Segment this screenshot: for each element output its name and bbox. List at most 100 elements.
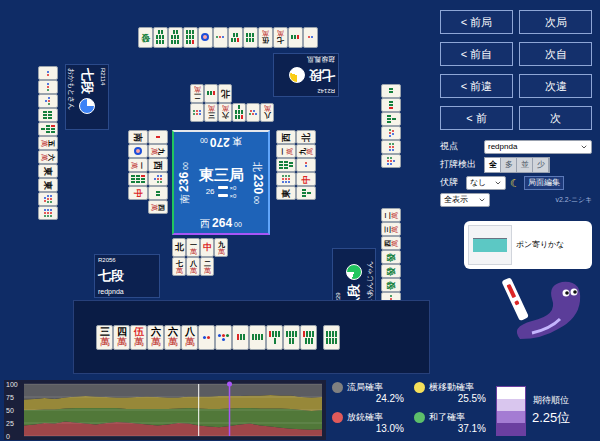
tile: 九萬 [214, 238, 228, 257]
right-discards: 東一萬西中九萬北 [276, 130, 316, 200]
my-discards: 北一萬中九萬七萬八萬二萬 [172, 238, 228, 276]
prev-button[interactable]: < 前違 [440, 74, 513, 98]
stick-icon [218, 186, 228, 189]
tile [381, 98, 401, 112]
clock-icon [289, 68, 305, 84]
tile [266, 325, 283, 350]
pin-icon [44, 208, 52, 218]
chevron-icon [494, 179, 502, 187]
hand-tile[interactable]: 六萬 [164, 325, 181, 350]
legend-dot-icon [332, 382, 343, 393]
prev-button[interactable]: < 前自 [440, 42, 513, 66]
next-button[interactable]: 次自 [519, 42, 592, 66]
svg-text:25: 25 [6, 420, 14, 427]
clock-icon [80, 98, 96, 114]
tile [381, 84, 401, 98]
tile: 伍萬 [130, 325, 147, 350]
player-label: R2142七段超級鳳凰 [273, 53, 339, 97]
hand-tile[interactable]: 三萬 [96, 325, 113, 350]
tile: 中 [296, 172, 316, 186]
svg-text:50: 50 [6, 407, 14, 414]
moon-icon[interactable]: ☾ [510, 178, 520, 189]
seat-score: 西26400 [194, 213, 248, 233]
tile: 六萬 [38, 150, 58, 164]
tile [168, 27, 183, 48]
sou-icon [44, 110, 53, 120]
sou-icon [234, 334, 247, 340]
pin-icon [248, 110, 258, 115]
tile: 四萬 [113, 325, 130, 350]
sou-icon [206, 92, 216, 96]
tile: 二萬 [200, 257, 214, 276]
y-tick: 0 [6, 433, 322, 440]
hidden-label: 伏牌 [440, 176, 462, 190]
tile [296, 186, 316, 200]
sou-icon [325, 331, 338, 344]
sou-icon [389, 100, 393, 110]
sou-icon [302, 331, 315, 344]
hand-tile[interactable] [232, 325, 249, 350]
hidden-select[interactable]: なし [466, 176, 506, 190]
sou-icon [171, 31, 181, 45]
tile [38, 80, 58, 94]
seat-score: 南23600 [174, 152, 194, 213]
y-tick: 25 [6, 420, 322, 427]
tile: 西 [276, 130, 296, 144]
sou-icon [156, 188, 160, 198]
hand-tile[interactable]: 八萬 [181, 325, 198, 350]
display-select[interactable]: 全表示 [440, 193, 490, 207]
expected-rank: 期待順位2.25位 [496, 380, 600, 441]
chevron-icon [478, 196, 486, 204]
tile [228, 27, 243, 48]
pin-icon [200, 336, 214, 339]
detection-option[interactable]: 全 [485, 158, 501, 172]
analysis-bar: 1007550250流局確率24.2%横移動確率25.5%放銃確率13.0%和了… [0, 378, 600, 441]
hand-tile[interactable] [198, 325, 215, 350]
legend-item: 流局確率24.2% [332, 382, 408, 410]
tile [148, 172, 168, 186]
tile [204, 84, 218, 103]
next-button[interactable]: 次 [519, 106, 592, 130]
tile [148, 186, 168, 200]
hand-tile[interactable] [300, 325, 317, 350]
tile: 一萬 [128, 158, 148, 172]
svg-text:75: 75 [6, 394, 14, 401]
pin-icon [389, 128, 394, 138]
seat-score: 北23000 [248, 152, 268, 213]
pin-icon [47, 68, 49, 78]
hand-tile[interactable] [283, 325, 300, 350]
hand-tile[interactable] [215, 325, 232, 350]
chart-series [24, 395, 322, 411]
tile: 六萬 [147, 325, 164, 350]
drawn-tile[interactable] [323, 325, 340, 350]
tile [288, 27, 303, 48]
prev-button[interactable]: < 前局 [440, 10, 513, 34]
tile: 八萬 [181, 325, 198, 350]
hand-tile[interactable]: 伍萬 [130, 325, 147, 350]
tile [198, 27, 213, 48]
tile: 二萬 [190, 84, 204, 103]
round-name: 東三局 [199, 167, 244, 182]
tile [381, 154, 401, 168]
detection-option[interactable]: 並 [517, 158, 533, 172]
mascot-icon [502, 271, 592, 343]
viewpoint-select[interactable]: redpnda [484, 140, 592, 154]
tile: 東 [38, 178, 58, 192]
legend: 流局確率24.2%横移動確率25.5%放銃確率13.0%和了確率37.1% [332, 380, 490, 441]
next-button[interactable]: 次局 [519, 10, 592, 34]
edit-button[interactable]: 局面編集 [524, 176, 564, 190]
detection-option[interactable]: 多 [501, 158, 517, 172]
round-panel: 東27000南23600東三局26×0×0北23000西26400 [172, 130, 270, 235]
seat-score: 東27000 [194, 132, 248, 152]
hand-tile[interactable]: 六萬 [147, 325, 164, 350]
prev-button[interactable]: < 前 [440, 106, 513, 130]
hand-tile[interactable]: 四萬 [113, 325, 130, 350]
tile: 發 [381, 250, 401, 264]
advice-text: ポン寄りかな [516, 239, 564, 251]
detection-option[interactable]: 少 [533, 158, 549, 172]
next-button[interactable]: 次違 [519, 74, 592, 98]
hand-tile[interactable] [266, 325, 283, 350]
chart-cursor [198, 384, 199, 436]
hand-tile[interactable] [249, 325, 266, 350]
tile [128, 144, 148, 158]
